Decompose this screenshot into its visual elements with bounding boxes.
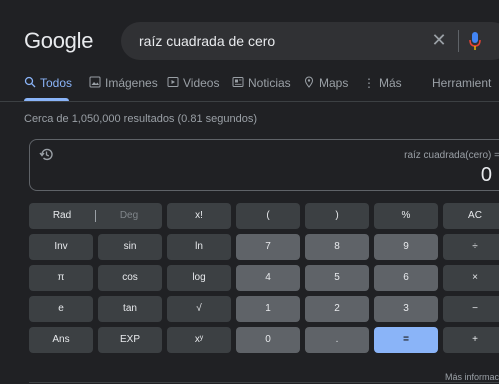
calculator-result: 0 (480, 164, 492, 186)
minus-key[interactable]: − (443, 296, 499, 322)
digit-8-key[interactable]: 8 (305, 234, 369, 260)
sine-key[interactable]: sin (98, 234, 162, 260)
close-paren-key[interactable]: ) (305, 203, 369, 229)
tab-mas[interactable]: ⋮ Más (363, 76, 402, 100)
tab-label: Maps (319, 76, 349, 90)
multiply-key[interactable]: × (443, 265, 499, 291)
square-root-key[interactable]: √ (167, 296, 231, 322)
tab-todos[interactable]: Todos (24, 76, 72, 100)
cosine-key[interactable]: cos (98, 265, 162, 291)
decimal-point-key[interactable]: . (305, 327, 369, 353)
digit-7-key[interactable]: 7 (236, 234, 300, 260)
search-tabs: Todos Imágenes Videos Noticias Maps ⋮ Má… (0, 76, 499, 100)
search-input[interactable]: raíz cuadrada de cero (139, 33, 275, 49)
map-pin-icon (304, 76, 314, 88)
plus-key[interactable]: + (443, 327, 499, 353)
tab-label: Noticias (248, 76, 291, 90)
search-divider (458, 30, 459, 52)
search-icon (24, 76, 36, 88)
percent-key[interactable]: % (374, 203, 438, 229)
pi-key[interactable]: π (29, 265, 93, 291)
digit-4-key[interactable]: 4 (236, 265, 300, 291)
inverse-key[interactable]: Inv (29, 234, 93, 260)
calculator-expression: raíz cuadrada(cero) = (404, 150, 499, 161)
tab-videos[interactable]: Videos (167, 76, 219, 100)
search-box[interactable]: raíz cuadrada de cero ✕ (121, 22, 499, 60)
tab-maps[interactable]: Maps (303, 76, 348, 100)
power-key[interactable]: xʸ (167, 327, 231, 353)
natural-log-key[interactable]: ln (167, 234, 231, 260)
digit-3-key[interactable]: 3 (374, 296, 438, 322)
rad-label[interactable]: Rad (29, 203, 95, 229)
play-icon (167, 77, 179, 87)
image-icon (89, 76, 101, 88)
tab-noticias[interactable]: Noticias (232, 76, 291, 100)
tangent-key[interactable]: tan (98, 296, 162, 322)
digit-1-key[interactable]: 1 (236, 296, 300, 322)
divide-key[interactable]: ÷ (443, 234, 499, 260)
digit-0-key[interactable]: 0 (236, 327, 300, 353)
tab-label: Imágenes (105, 76, 158, 90)
tab-herramientas[interactable]: Herramient (432, 76, 491, 100)
tabs-divider (0, 101, 499, 102)
result-stats: Cerca de 1,050,000 resultados (0.81 segu… (24, 113, 257, 125)
rad-deg-toggle[interactable]: Rad Deg (29, 203, 162, 229)
digit-6-key[interactable]: 6 (374, 265, 438, 291)
tab-label: Herramient (432, 76, 492, 90)
digit-2-key[interactable]: 2 (305, 296, 369, 322)
tab-label: Todos (40, 76, 73, 90)
answer-key[interactable]: Ans (29, 327, 93, 353)
deg-label[interactable]: Deg (96, 203, 162, 229)
clear-icon[interactable]: ✕ (430, 30, 448, 50)
tab-label: Más (379, 76, 402, 90)
tab-imagenes[interactable]: Imágenes (89, 76, 158, 100)
google-logo[interactable]: Google (24, 28, 93, 54)
bottom-divider (29, 382, 499, 383)
more-info-link[interactable]: Más informac (445, 372, 499, 382)
factorial-key[interactable]: x! (167, 203, 231, 229)
more-vert-icon: ⋮ (363, 76, 375, 90)
open-paren-key[interactable]: ( (236, 203, 300, 229)
search-results-page: Google raíz cuadrada de cero ✕ Todos Imá… (0, 0, 499, 384)
microphone-icon[interactable] (468, 30, 482, 52)
digit-9-key[interactable]: 9 (374, 234, 438, 260)
euler-key[interactable]: e (29, 296, 93, 322)
newspaper-icon (232, 77, 244, 87)
equals-key[interactable]: = (374, 327, 438, 353)
log-key[interactable]: log (167, 265, 231, 291)
digit-5-key[interactable]: 5 (305, 265, 369, 291)
exponent-key[interactable]: EXP (98, 327, 162, 353)
history-icon[interactable] (39, 147, 54, 162)
all-clear-key[interactable]: AC (443, 203, 499, 229)
tab-label: Videos (183, 76, 220, 90)
calculator-display: raíz cuadrada(cero) = 0 (29, 139, 499, 191)
